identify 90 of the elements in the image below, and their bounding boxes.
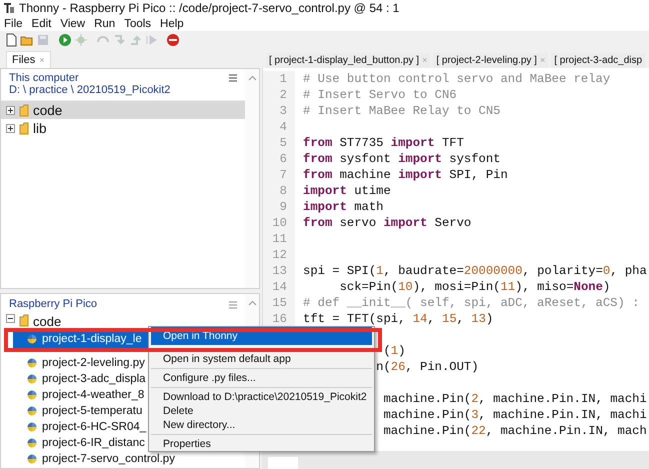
menu-item[interactable]: File (4, 18, 23, 30)
code-line: spi = SPI(1, baudrate=20000000, polarity=0, pha (303, 264, 647, 278)
pane-title: Raspberry Pi Pico (9, 298, 98, 310)
line-number: 3 (280, 104, 287, 118)
scroll-up-icon[interactable] (248, 75, 256, 81)
python-file-icon (27, 390, 37, 400)
file-name: project-6-IR_distanc (42, 437, 145, 449)
code-line: # def __init__( self, spi, aDC, aReset, aCS) : (303, 296, 640, 310)
line-number: 14 (272, 280, 287, 294)
editor-tab[interactable]: [ project-2-leveling.py ] × (433, 53, 548, 68)
scroll-up-icon[interactable] (248, 300, 256, 306)
code-line: from servo import Servo (303, 216, 472, 230)
menu-item[interactable]: Open in system default app (151, 352, 372, 366)
app-logo-icon (3, 2, 15, 14)
folder-name: lib (33, 120, 47, 136)
code-line: # Insert Servo to CN6 (303, 88, 457, 102)
folder-icon (19, 104, 29, 116)
line-number: 6 (280, 152, 287, 166)
menu-icon[interactable] (229, 74, 237, 82)
line-number: 8 (280, 184, 287, 198)
python-file-icon (27, 358, 37, 368)
menu-item[interactable]: Download to D:\practice\20210519_Picokit2 (151, 390, 372, 404)
line-number: 9 (280, 200, 287, 214)
window-title: Thonny - Raspberry Pi Pico :: /code/project-7-servo_control.py @ 54 : 1 (19, 1, 400, 15)
python-file-icon (27, 422, 37, 432)
python-file-icon (27, 334, 37, 344)
code-line: # Use button control servo and MaBee relay (303, 72, 610, 86)
code-line: tft = TFT(spi, 14, 15, 13) (303, 312, 494, 326)
menu-item[interactable]: View (60, 18, 86, 30)
menu-item[interactable]: Edit (32, 18, 52, 30)
folder-name: code (33, 314, 62, 329)
code-line: from ST7735 import TFT (303, 136, 464, 150)
file-name: project-4-weather_8 (42, 389, 144, 401)
menu-item[interactable]: New directory... (151, 418, 372, 432)
line-number: 12 (272, 248, 287, 262)
file-name: project-3-adc_displa (42, 373, 146, 385)
code-line: machine.Pin(3, machine.Pin.IN, machi (382, 408, 647, 422)
python-file-icon (27, 374, 37, 384)
run-icon[interactable] (58, 32, 72, 46)
code-line: from sysfont import sysfont (303, 152, 500, 166)
line-number: 11 (272, 232, 287, 246)
code-line: n(26, Pin.OUT) (375, 360, 479, 374)
menu-item[interactable]: Configure .py files... (151, 371, 372, 385)
new-icon[interactable] (4, 32, 18, 46)
expander-icon[interactable] (6, 314, 15, 323)
file-name: project-6-HC-SR04_ (42, 421, 146, 433)
code-line: import utime (303, 184, 391, 198)
expander-icon[interactable] (6, 124, 15, 132)
code-line: # Insert MaBee Relay to CN5 (303, 104, 500, 118)
line-number: 1 (280, 72, 287, 86)
stop-icon[interactable] (166, 32, 180, 46)
code-line: (1) (382, 344, 406, 358)
file-row[interactable]: project-7-servo_control.py (13, 451, 245, 467)
line-number: 2 (280, 88, 287, 102)
folder-name: code (33, 102, 62, 118)
line-number: 13 (272, 264, 287, 278)
line-number: 5 (280, 136, 287, 150)
menu-item[interactable]: Delete (151, 404, 372, 418)
files-tab[interactable]: Files × (6, 51, 50, 68)
file-name: project-1-display_le (42, 333, 142, 345)
file-name: project-7-servo_control.py (42, 453, 175, 465)
python-file-icon (27, 438, 37, 448)
code-line: import math (303, 200, 384, 214)
scrollbar[interactable] (245, 69, 259, 288)
pane-title: This computer (9, 72, 80, 84)
folder-icon (19, 122, 29, 134)
expander-icon[interactable] (6, 106, 15, 114)
folder-row[interactable]: code (1, 101, 245, 119)
folder-icon (19, 314, 29, 327)
line-number: 4 (280, 120, 287, 134)
folder-row[interactable]: code (1, 314, 245, 330)
folder-row[interactable]: lib (1, 119, 245, 137)
line-number: 15 (272, 296, 287, 310)
line-number: 7 (280, 168, 287, 182)
python-file-icon (27, 406, 37, 416)
menu-item[interactable]: Tools (124, 18, 152, 30)
code-line: sck=Pin(10), mosi=Pin(11), miso=None) (338, 280, 610, 294)
editor-tab[interactable]: [ project-3-adc_disp (551, 53, 646, 68)
code-line: from machine import SPI, Pin (303, 168, 508, 182)
menu-item[interactable]: Run (94, 18, 116, 30)
editor-tab[interactable]: [ project-1-display_led_button.py ] × (266, 53, 430, 68)
menu-item[interactable]: Properties (151, 437, 372, 451)
line-number: 10 (272, 216, 287, 230)
code-line: machine.Pin(22, machine.Pin.IN, mach (382, 424, 647, 438)
menu-item[interactable]: Help (160, 18, 184, 30)
path-label: D: \ practice \ 20210519_Picokit2 (9, 84, 170, 96)
file-name: project-2-leveling.py (42, 357, 145, 369)
file-name: project-5-temperatu (42, 405, 142, 417)
python-file-icon (27, 454, 37, 464)
line-number: 16 (272, 312, 287, 326)
